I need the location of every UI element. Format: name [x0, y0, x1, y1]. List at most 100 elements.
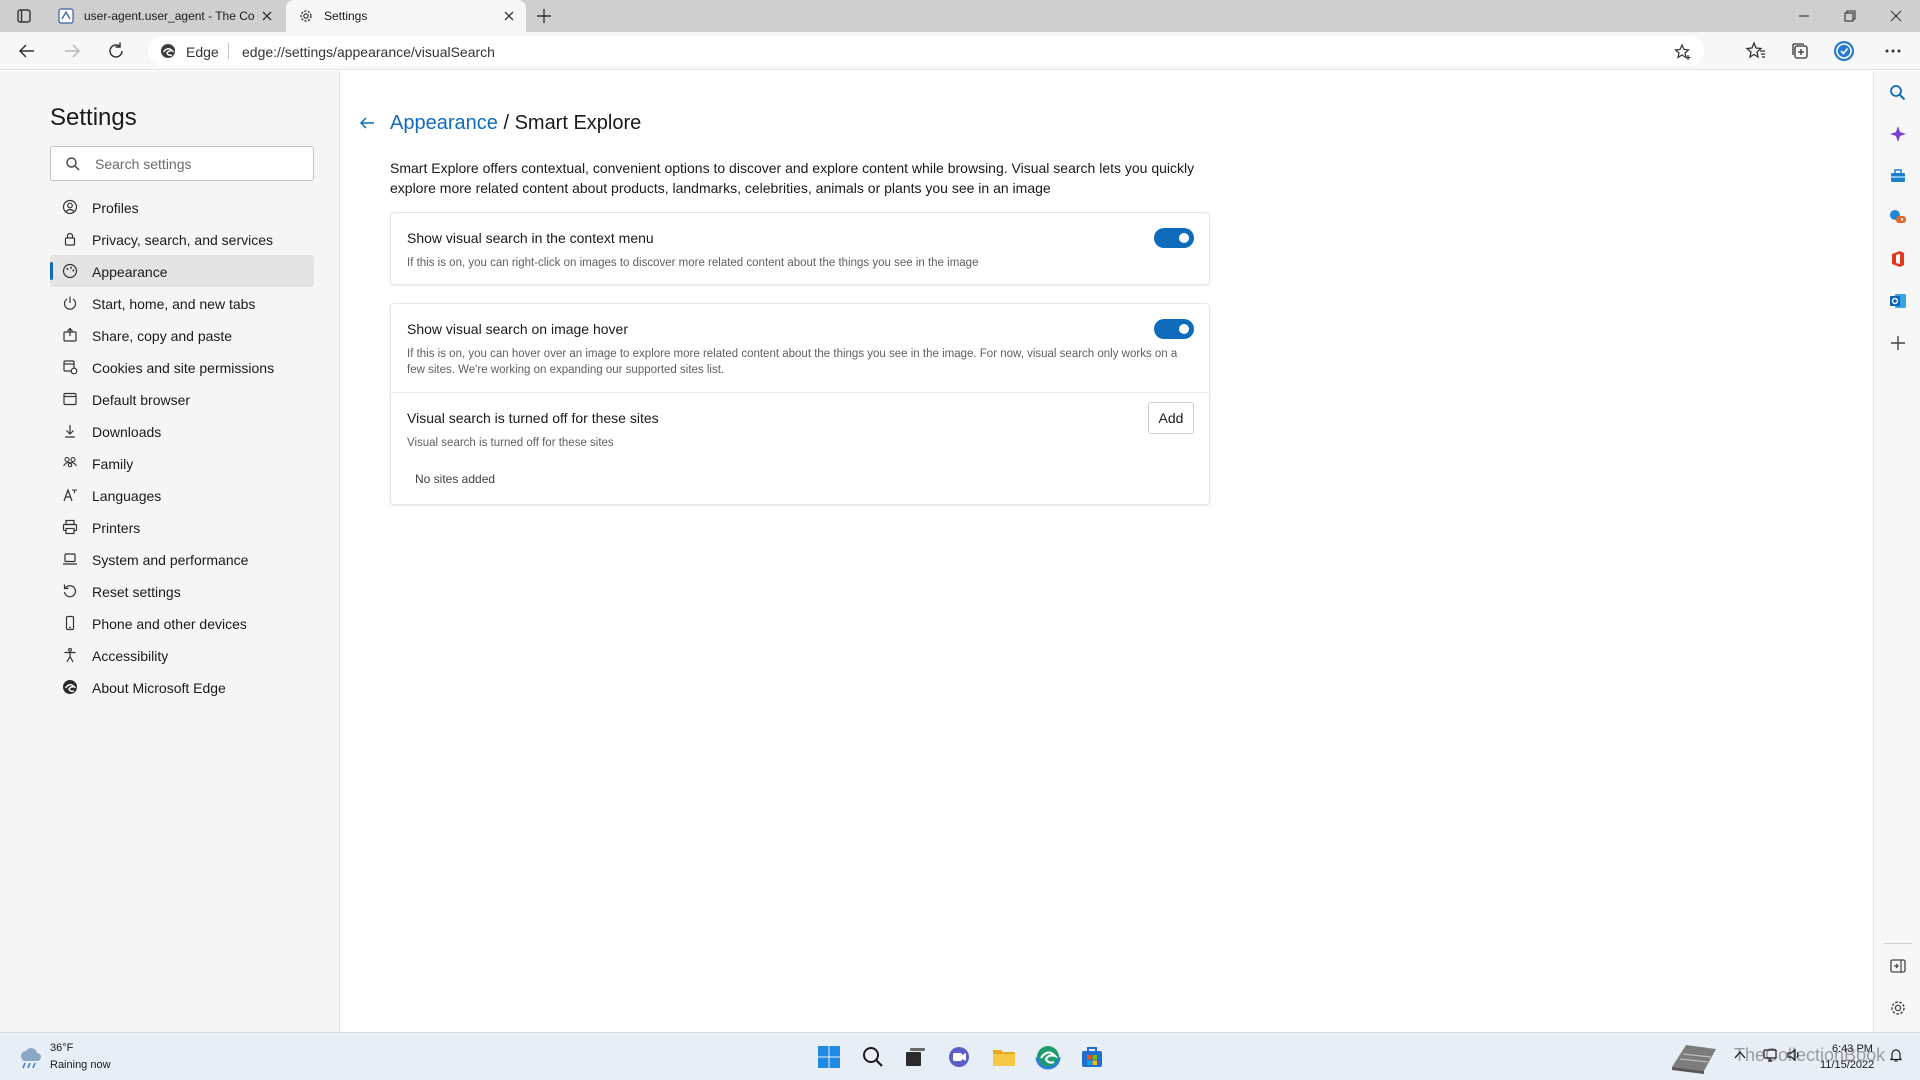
edge-sidebar	[1873, 71, 1920, 1032]
close-tab-icon[interactable]	[502, 9, 516, 23]
sidebar-item-printers[interactable]: Printers	[50, 511, 314, 543]
breadcrumb-appearance-link[interactable]: Appearance	[390, 112, 498, 134]
card-divider	[391, 392, 1209, 393]
minimize-icon[interactable]	[1796, 8, 1812, 24]
image-hover-toggle[interactable]	[1154, 319, 1194, 339]
hide-sidebar-icon[interactable]	[1888, 956, 1908, 976]
office-icon[interactable]	[1888, 249, 1908, 269]
tab-user-agent[interactable]: user-agent.user_agent - The Coll	[46, 0, 284, 32]
sidebar-item-reset[interactable]: Reset settings	[50, 575, 314, 607]
cookie-icon	[63, 360, 78, 375]
tab-settings[interactable]: Settings	[286, 0, 526, 32]
sidebar-item-start-home[interactable]: Start, home, and new tabs	[50, 287, 314, 319]
appearance-icon	[62, 263, 78, 279]
sidebar-item-family[interactable]: Family	[50, 447, 314, 479]
search-settings-input[interactable]	[95, 147, 305, 180]
clock-time[interactable]: 6:43 PM	[1832, 1043, 1873, 1055]
setting-title: Show visual search on image hover	[407, 321, 629, 337]
blocked-sites-title: Visual search is turned off for these si…	[407, 410, 659, 426]
search-icon[interactable]	[859, 1043, 887, 1071]
search-icon[interactable]	[1888, 83, 1908, 103]
new-tab-icon[interactable]	[534, 6, 554, 26]
sidebar-item-accessibility[interactable]: Accessibility	[50, 639, 314, 671]
address-bar[interactable]: Edge edge://settings/appearance/visualSe…	[148, 36, 1704, 66]
blocked-sites-description: Visual search is turned off for these si…	[407, 437, 614, 449]
chevron-up-icon[interactable]	[1732, 1047, 1748, 1063]
outlook-icon[interactable]	[1888, 291, 1908, 311]
edge-browser-icon[interactable]	[1034, 1043, 1062, 1071]
phone-icon	[65, 615, 75, 631]
more-options-icon[interactable]	[1882, 40, 1904, 62]
sidebar-item-label: System and performance	[92, 552, 249, 568]
add-icon[interactable]	[1888, 333, 1908, 353]
browser-icon	[63, 392, 77, 406]
reset-icon	[63, 584, 77, 598]
context-menu-toggle[interactable]	[1154, 228, 1194, 248]
add-favorite-icon[interactable]	[1674, 43, 1692, 61]
family-icon	[63, 456, 77, 468]
profile-icon	[62, 199, 78, 215]
tools-icon[interactable]	[1888, 166, 1908, 186]
settings-search[interactable]	[50, 146, 314, 181]
sidebar-item-about[interactable]: About Microsoft Edge	[50, 671, 314, 703]
setting-description: If this is on, you can hover over an ima…	[407, 348, 1178, 376]
page-description: Smart Explore offers contextual, conveni…	[390, 160, 1195, 196]
clock-date[interactable]: 11/15/2022	[1820, 1059, 1874, 1071]
games-icon[interactable]	[1888, 207, 1908, 227]
profile-avatar-icon[interactable]	[1833, 40, 1855, 62]
accessibility-icon	[64, 647, 76, 663]
refresh-icon[interactable]	[105, 40, 127, 62]
power-icon	[63, 296, 77, 310]
context-menu-setting-card: Show visual search in the context menu I…	[390, 212, 1210, 285]
task-view-icon[interactable]	[901, 1043, 929, 1071]
windows-start-icon[interactable]	[815, 1043, 843, 1071]
tab-actions-icon[interactable]	[12, 7, 36, 25]
sidebar-settings-icon[interactable]	[1888, 998, 1908, 1018]
back-icon[interactable]	[16, 40, 38, 62]
back-arrow-icon[interactable]	[357, 113, 377, 133]
sidebar-item-label: Cookies and site permissions	[92, 360, 275, 376]
restore-icon[interactable]	[1842, 8, 1858, 24]
microsoft-store-icon[interactable]	[1078, 1043, 1106, 1071]
weather-temperature: 36°F	[50, 1042, 74, 1054]
collections-icon[interactable]	[1789, 40, 1811, 62]
sidebar-item-downloads[interactable]: Downloads	[50, 415, 314, 447]
add-site-button[interactable]: Add	[1148, 402, 1194, 434]
setting-description: If this is on, you can right-click on im…	[407, 257, 979, 269]
printer-icon	[62, 519, 78, 535]
sidebar-item-phone[interactable]: Phone and other devices	[50, 607, 314, 639]
lock-icon	[64, 232, 76, 246]
page-favicon-icon	[58, 8, 74, 24]
sidebar-item-label: Share, copy and paste	[92, 328, 233, 344]
close-tab-icon[interactable]	[260, 9, 274, 23]
sidebar-item-share-copy[interactable]: Share, copy and paste	[50, 319, 314, 351]
search-icon	[66, 157, 80, 171]
sidebar-item-system[interactable]: System and performance	[50, 543, 314, 575]
sidebar-item-privacy[interactable]: Privacy, search, and services	[50, 223, 314, 255]
favorites-icon[interactable]	[1745, 40, 1767, 62]
url-text[interactable]: edge://settings/appearance/visualSearch	[242, 44, 495, 60]
network-icon[interactable]	[1762, 1047, 1778, 1063]
file-explorer-icon[interactable]	[990, 1043, 1018, 1071]
settings-content: Appearance / Smart Explore Smart Explore…	[341, 71, 1873, 1032]
sidebar-item-default-browser[interactable]: Default browser	[50, 383, 314, 415]
forward-icon[interactable]	[61, 40, 83, 62]
close-window-icon[interactable]	[1888, 8, 1904, 24]
settings-nav-list: Profiles Privacy, search, and services A…	[50, 191, 314, 703]
notification-bell-icon[interactable]	[1888, 1047, 1904, 1063]
sidebar-item-label: Phone and other devices	[92, 616, 247, 632]
sidebar-item-label: Profiles	[92, 200, 139, 216]
weather-rain-icon[interactable]	[16, 1043, 44, 1071]
volume-icon[interactable]	[1786, 1047, 1802, 1063]
discover-icon[interactable]	[1888, 124, 1908, 144]
teams-chat-icon[interactable]	[945, 1043, 973, 1071]
sidebar-item-label: Printers	[92, 520, 141, 536]
share-icon	[63, 327, 77, 342]
sidebar-item-label: Reset settings	[92, 584, 181, 600]
sidebar-item-cookies[interactable]: Cookies and site permissions	[50, 351, 314, 383]
sidebar-item-profiles[interactable]: Profiles	[50, 191, 314, 223]
sidebar-item-appearance[interactable]: Appearance	[50, 255, 314, 287]
sidebar-item-languages[interactable]: Languages	[50, 479, 314, 511]
download-icon	[65, 425, 75, 438]
sidebar-divider	[1884, 943, 1912, 944]
